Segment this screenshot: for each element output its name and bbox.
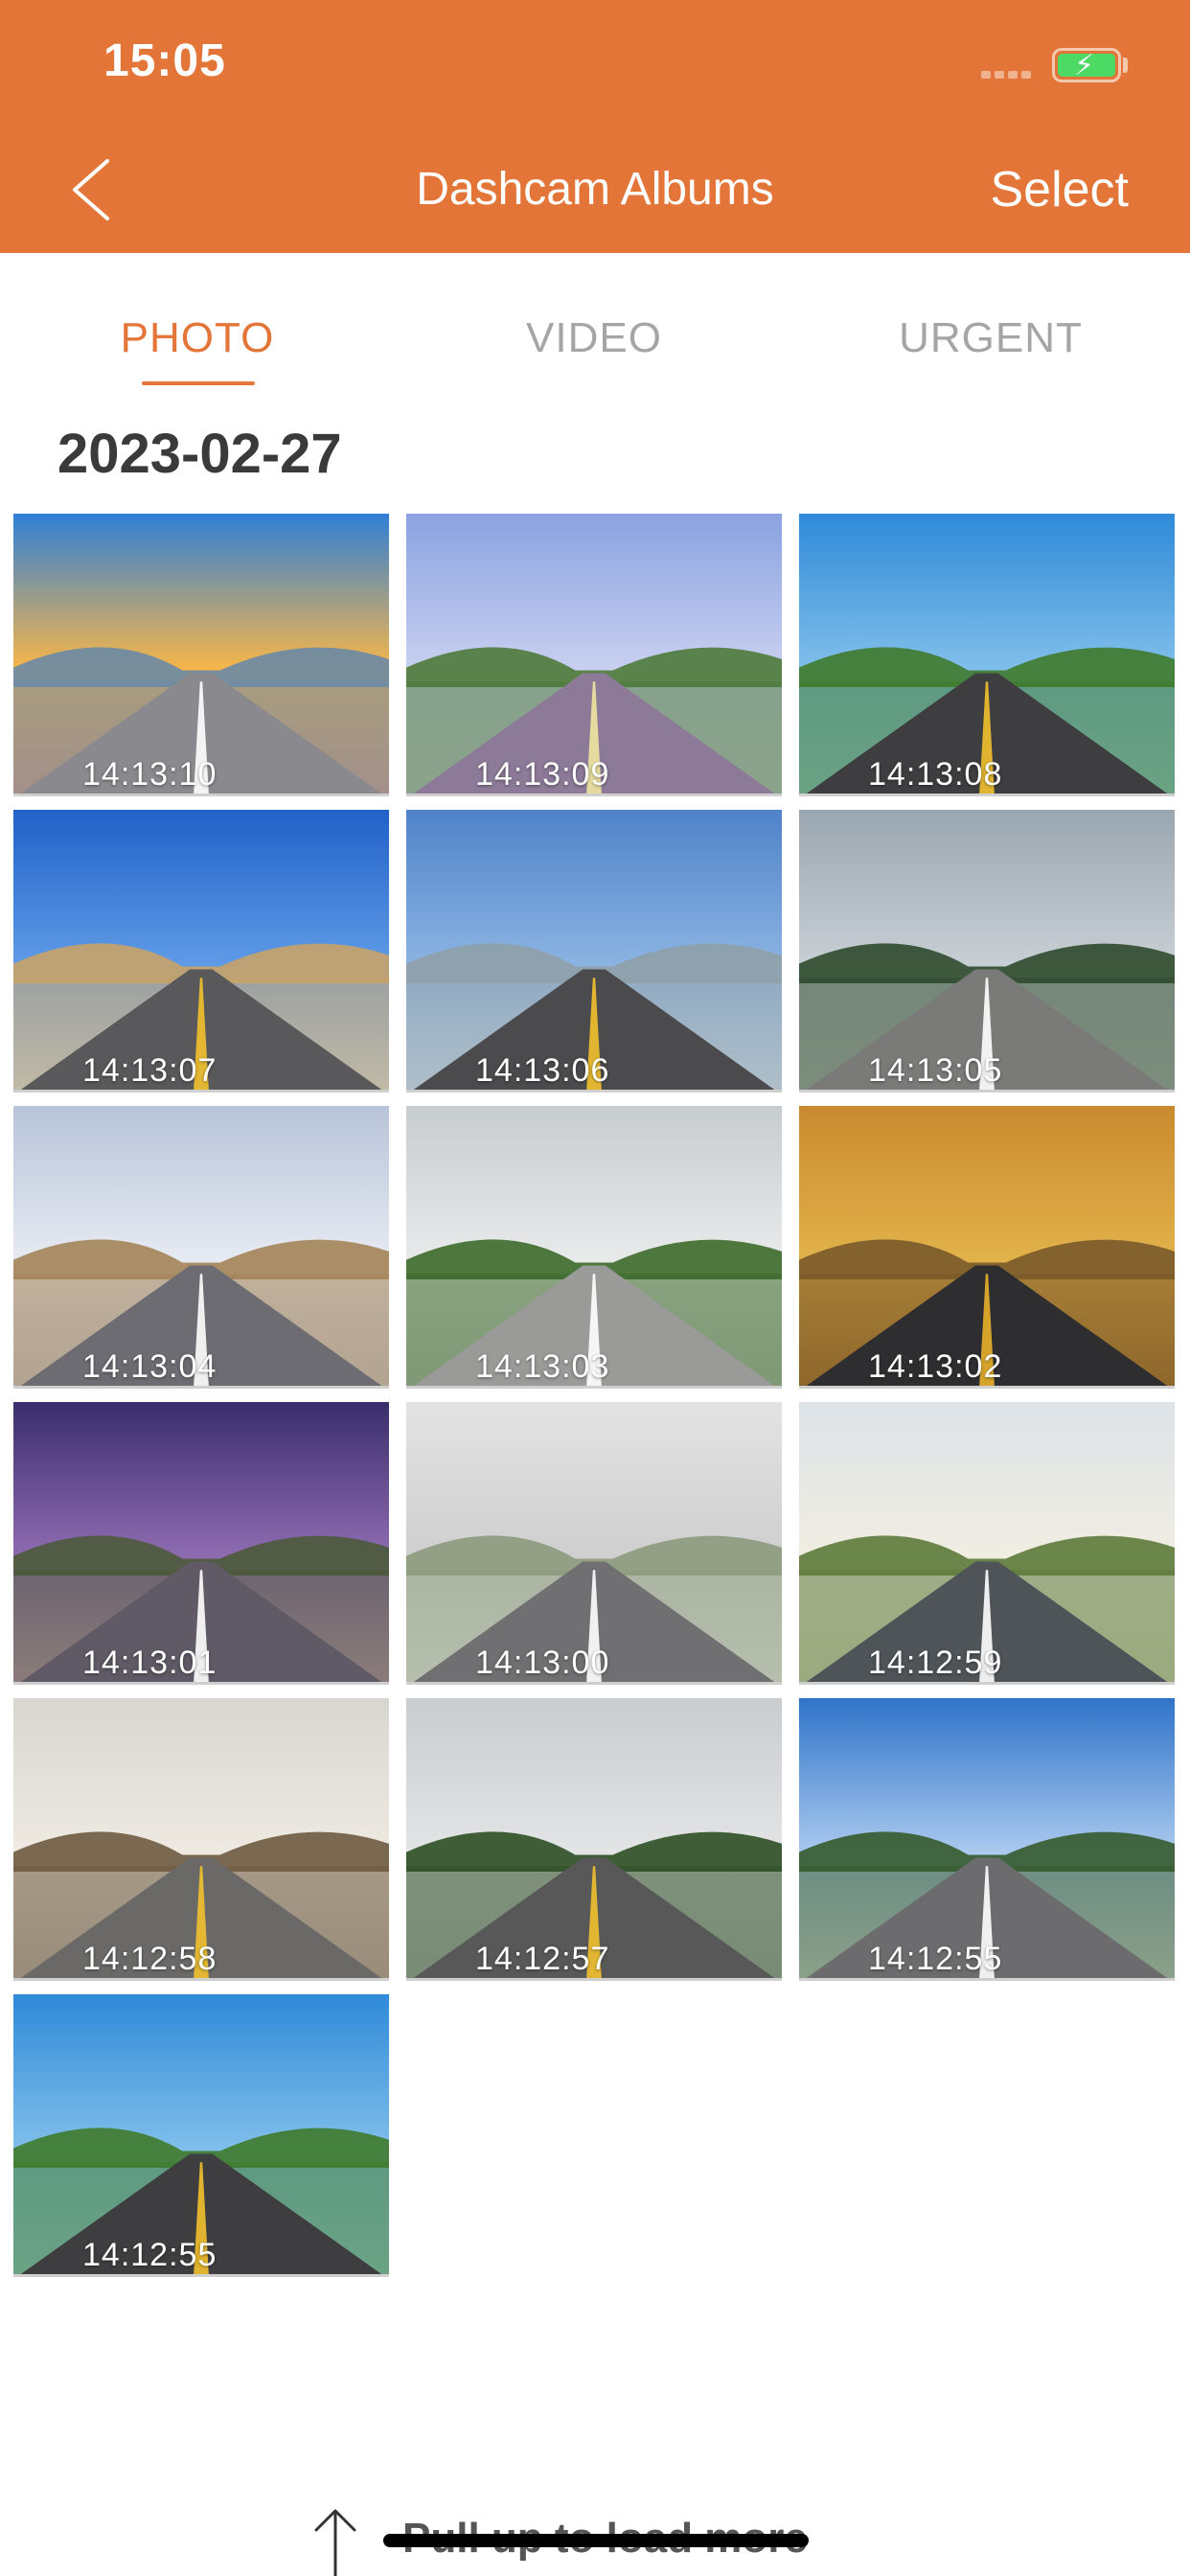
home-indicator[interactable] (383, 2534, 809, 2547)
photo-image (13, 514, 389, 794)
photo-thumbnail[interactable]: 14:13:06 (406, 810, 782, 1090)
select-button[interactable]: Select (990, 161, 1129, 218)
photo-timestamp: 14:13:07 (82, 1052, 217, 1089)
photo-thumbnail[interactable]: 14:13:03 (406, 1106, 782, 1386)
photo-image (799, 1402, 1175, 1682)
photo-image (799, 810, 1175, 1090)
photo-thumbnail[interactable]: 14:13:02 (799, 1106, 1175, 1386)
photo-thumbnail[interactable]: 14:13:08 (799, 514, 1175, 794)
photo-timestamp: 14:12:55 (868, 1941, 1003, 1977)
photo-thumbnail[interactable]: 14:13:10 (13, 514, 389, 794)
battery-icon: ⚡ (1052, 48, 1121, 82)
photo-thumbnail[interactable]: 14:12:57 (406, 1698, 782, 1978)
active-tab-indicator (142, 381, 255, 385)
photo-timestamp: 14:13:06 (475, 1052, 610, 1089)
photo-timestamp: 14:12:59 (868, 1644, 1003, 1681)
photo-thumbnail[interactable]: 14:13:04 (13, 1106, 389, 1386)
photo-image (406, 810, 782, 1090)
photo-timestamp: 14:13:00 (475, 1644, 610, 1681)
photo-image (406, 514, 782, 794)
photo-timestamp: 14:13:05 (868, 1052, 1003, 1089)
photo-timestamp: 14:13:10 (82, 756, 217, 793)
photo-timestamp: 14:13:02 (868, 1348, 1003, 1385)
photo-image (13, 1994, 389, 2274)
photo-image (13, 810, 389, 1090)
photo-thumbnail[interactable]: 14:12:59 (799, 1402, 1175, 1682)
photo-image (406, 1106, 782, 1386)
tab-urgent[interactable]: URGENT (847, 314, 1134, 362)
dashcam-albums-screen: 15:05 ⚡ Dashcam Albums Select PHOTO VIDE… (0, 0, 1190, 2576)
photo-image (406, 1402, 782, 1682)
photo-timestamp: 14:13:09 (475, 756, 610, 793)
tab-video[interactable]: VIDEO (450, 314, 738, 362)
photo-image (13, 1698, 389, 1978)
photo-thumbnail[interactable]: 14:13:05 (799, 810, 1175, 1090)
photo-thumbnail[interactable]: 14:13:01 (13, 1402, 389, 1682)
date-section-header: 2023-02-27 (57, 423, 342, 485)
photo-timestamp: 14:13:04 (82, 1348, 217, 1385)
photo-image (13, 1106, 389, 1386)
photo-image (799, 1106, 1175, 1386)
photo-image (799, 514, 1175, 794)
photo-thumbnail[interactable]: 14:12:58 (13, 1698, 389, 1978)
battery-cap (1123, 58, 1128, 73)
photo-image (406, 1698, 782, 1978)
photo-thumbnail[interactable]: 14:13:00 (406, 1402, 782, 1682)
arrow-up-icon (314, 2509, 356, 2576)
photo-timestamp: 14:12:58 (82, 1941, 217, 1977)
photo-timestamp: 14:13:01 (82, 1644, 217, 1681)
status-time: 15:05 (103, 35, 226, 86)
photo-thumbnail[interactable]: 14:13:07 (13, 810, 389, 1090)
photo-image (799, 1698, 1175, 1978)
tab-photo[interactable]: PHOTO (54, 314, 341, 362)
nav-header: 15:05 ⚡ Dashcam Albums Select (0, 0, 1190, 253)
photo-image (13, 1402, 389, 1682)
photo-thumbnail[interactable]: 14:12:55 (799, 1698, 1175, 1978)
photo-thumbnail[interactable]: 14:13:09 (406, 514, 782, 794)
photo-timestamp: 14:13:08 (868, 756, 1003, 793)
photo-timestamp: 14:13:03 (475, 1348, 610, 1385)
photo-timestamp: 14:12:55 (82, 2237, 217, 2273)
signal-icon (981, 71, 1035, 80)
photo-timestamp: 14:12:57 (475, 1941, 610, 1977)
photo-thumbnail[interactable]: 14:12:55 (13, 1994, 389, 2274)
